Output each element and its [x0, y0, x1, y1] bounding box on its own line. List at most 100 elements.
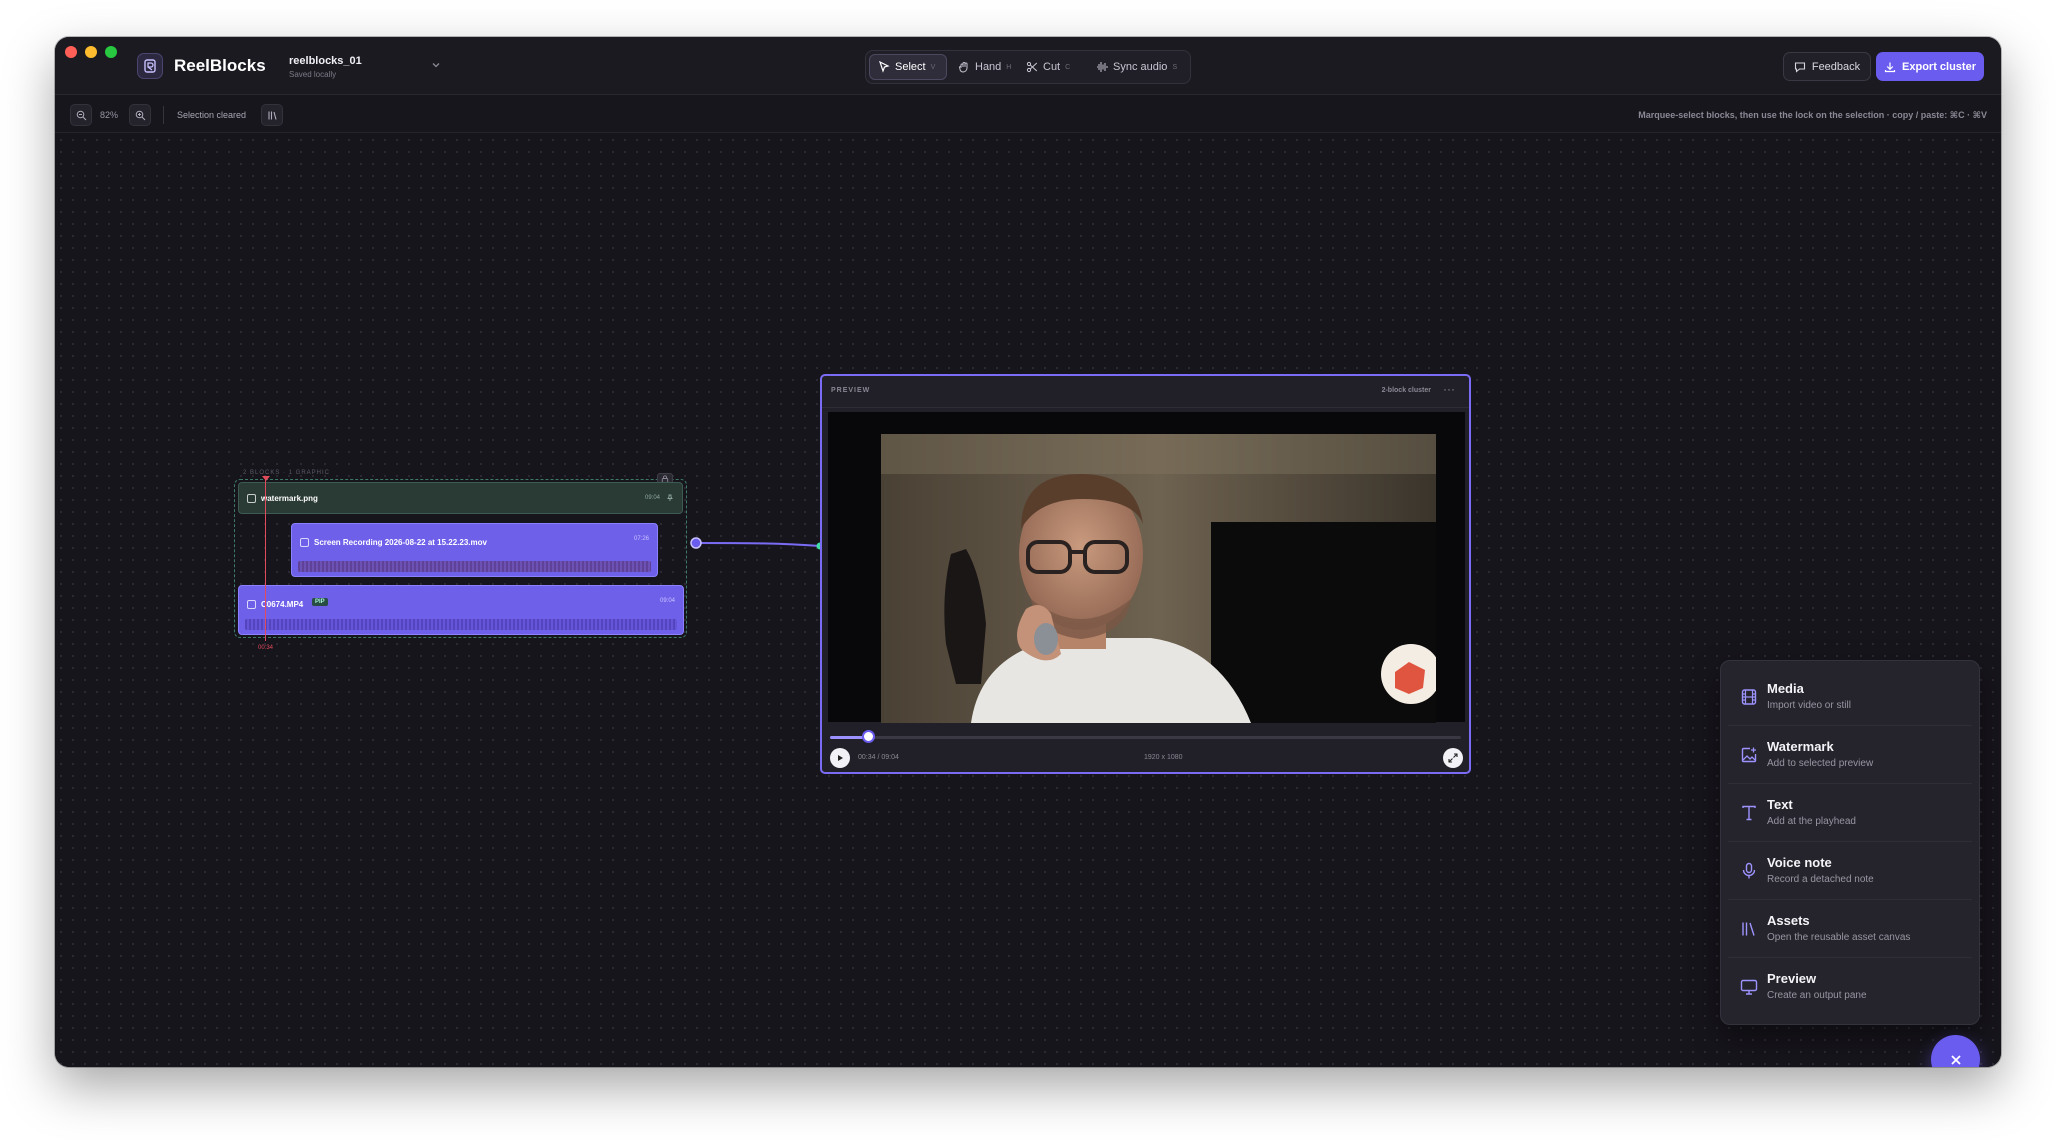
play-icon [838, 755, 843, 761]
menu-item-preview[interactable]: Preview Create an output pane [1728, 958, 1972, 1016]
app-window: ReelBlocks reelblocks_01 Saved locally S… [55, 37, 2001, 1067]
playback-time: 00:34 / 09:04 [858, 754, 899, 761]
video-viewport[interactable] [828, 412, 1465, 723]
tool-shortcut: H [1006, 63, 1012, 71]
film-icon [247, 600, 256, 609]
playhead-handle[interactable] [262, 476, 270, 481]
menu-item-desc: Record a detached note [1767, 874, 1874, 885]
close-icon [1950, 1054, 1961, 1065]
close-add-menu-button[interactable] [1931, 1035, 1980, 1067]
menu-item-desc: Add at the playhead [1767, 816, 1856, 827]
menu-item-text[interactable]: Text Add at the playhead [1728, 784, 1972, 842]
feedback-button[interactable]: Feedback [1783, 52, 1871, 81]
app-name: ReelBlocks [174, 56, 266, 75]
pin-icon[interactable] [666, 494, 674, 502]
video-still [881, 434, 1436, 723]
chevron-down-icon[interactable] [430, 59, 442, 71]
tool-shortcut: V [930, 63, 936, 71]
track-duration: 09:04 [644, 495, 660, 501]
audio-waveform [298, 561, 651, 572]
add-block-menu: Media Import video or still Watermark Ad… [1720, 660, 1980, 1025]
expand-icon [1448, 753, 1458, 763]
image-icon [247, 494, 256, 503]
tool-label: Hand [975, 61, 1002, 73]
film-icon [300, 538, 309, 547]
status-divider [163, 106, 164, 124]
track-name: watermark.png [261, 494, 318, 503]
tool-shortcut: C [1065, 63, 1071, 71]
project-name[interactable]: reelblocks_01 [289, 55, 362, 67]
cut-tool-button[interactable]: Cut C [1018, 54, 1078, 80]
image-plus-icon [1741, 747, 1757, 763]
text-icon [1742, 805, 1756, 821]
track-name: C0674.MP4 [261, 600, 304, 609]
track-watermark[interactable]: watermark.png 09:04 [238, 482, 683, 514]
assets-toggle-button[interactable] [261, 104, 283, 126]
menu-item-media[interactable]: Media Import video or still [1728, 668, 1972, 726]
preview-pane[interactable]: PREVIEW 2-block cluster ··· 00:34 / 09:0… [820, 374, 1471, 774]
library-icon [1742, 922, 1755, 936]
cluster-preview-connector [690, 537, 824, 550]
track-c0674[interactable]: C0674.MP4 PIP 09:04 [238, 585, 684, 635]
zoom-in-button[interactable] [129, 104, 151, 126]
menu-item-title: Watermark [1767, 739, 1834, 754]
preview-header: PREVIEW 2-block cluster ··· [822, 376, 1469, 408]
track-name: Screen Recording 2026-08-22 at 15.22.23.… [314, 538, 487, 547]
preview-meta: 2-block cluster [1381, 387, 1431, 394]
hand-tool-button[interactable]: Hand H [950, 54, 1019, 80]
scrubber-track[interactable] [830, 736, 1461, 739]
output-resolution: 1920 x 1080 [1144, 754, 1183, 761]
waveform-icon [1097, 62, 1108, 72]
selection-status: Selection cleared [177, 110, 247, 120]
tool-label: Cut [1043, 61, 1061, 73]
track-duration: 07:26 [633, 536, 649, 542]
zoom-level: 82% [100, 110, 119, 120]
film-icon [1741, 689, 1757, 705]
tool-switcher: Select V Hand H Cut C Sync audio S [865, 50, 1191, 84]
zoom-out-button[interactable] [70, 104, 92, 126]
app-logo-icon [137, 53, 163, 79]
menu-item-voice-note[interactable]: Voice note Record a detached note [1728, 842, 1972, 900]
maximize-window-button[interactable] [105, 46, 117, 58]
playhead-time: 00:34 [258, 645, 274, 651]
menu-item-desc: Add to selected preview [1767, 758, 1874, 769]
cluster-label: 2 BLOCKS · 1 GRAPHIC [243, 470, 331, 476]
feedback-label: Feedback [1811, 60, 1861, 73]
menu-item-title: Voice note [1767, 855, 1832, 870]
canvas-hint: Marquee-select blocks, then use the lock… [1638, 110, 1987, 120]
tool-label: Select [895, 61, 926, 73]
menu-item-assets[interactable]: Assets Open the reusable asset canvas [1728, 900, 1972, 958]
editor-canvas[interactable]: 2 BLOCKS · 1 GRAPHIC watermark.png 09:04… [55, 134, 2001, 1067]
export-cluster-button[interactable]: Export cluster [1876, 52, 1984, 81]
scissors-icon [1026, 61, 1038, 73]
menu-item-watermark[interactable]: Watermark Add to selected preview [1728, 726, 1972, 784]
play-button[interactable] [830, 748, 850, 768]
cursor-icon [879, 61, 890, 73]
sync-audio-tool-button[interactable]: Sync audio S [1088, 54, 1185, 80]
menu-item-title: Preview [1767, 971, 1817, 986]
message-icon [1794, 61, 1805, 73]
track-duration: 09:04 [659, 598, 675, 604]
playhead[interactable] [265, 479, 266, 641]
microphone-icon [1742, 862, 1756, 879]
preview-title: PREVIEW [831, 387, 871, 394]
status-bar: 82% Selection cleared Marquee-select blo… [55, 95, 2001, 133]
zoom-in-icon [135, 110, 145, 120]
fullscreen-button[interactable] [1443, 748, 1463, 768]
hand-icon [959, 62, 968, 73]
menu-item-title: Media [1767, 681, 1804, 696]
scrubber-handle[interactable] [861, 730, 875, 743]
video-frame [881, 434, 1436, 723]
more-options-icon[interactable]: ··· [1443, 382, 1455, 396]
minimize-window-button[interactable] [85, 46, 97, 58]
download-icon [1884, 62, 1896, 72]
track-screen-recording[interactable]: Screen Recording 2026-08-22 at 15.22.23.… [291, 523, 658, 577]
close-window-button[interactable] [65, 46, 77, 58]
project-save-status: Saved locally [289, 70, 337, 79]
tool-label: Sync audio [1113, 61, 1168, 73]
menu-item-title: Assets [1767, 913, 1810, 928]
select-tool-button[interactable]: Select V [869, 54, 947, 80]
zoom-out-icon [76, 110, 86, 120]
library-icon [267, 111, 277, 120]
pip-badge: PIP [312, 598, 328, 606]
